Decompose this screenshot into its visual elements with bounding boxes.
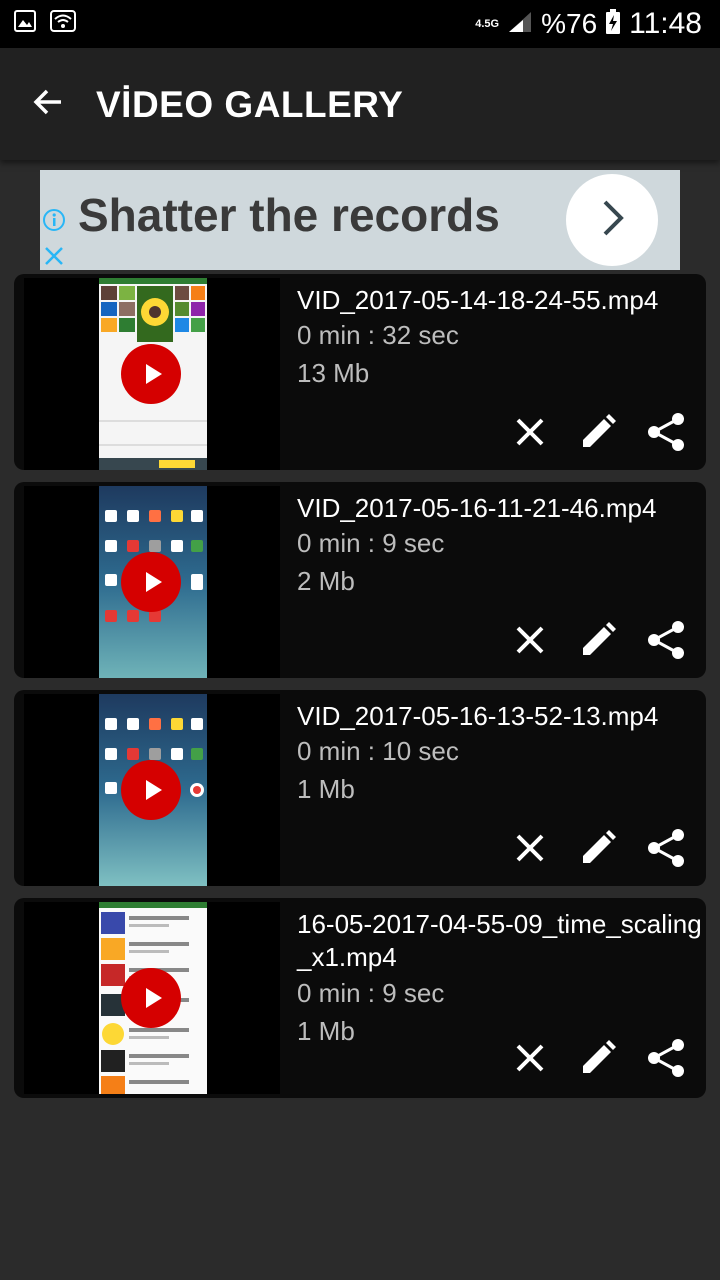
arrow-back-icon <box>31 85 65 124</box>
video-size: 2 Mb <box>297 566 355 596</box>
play-icon <box>145 364 162 384</box>
share-icon <box>646 1038 686 1083</box>
video-duration: 0 min : 9 sec <box>297 978 445 1008</box>
pencil-icon <box>579 621 617 664</box>
share-button[interactable] <box>644 412 688 456</box>
signal-icon <box>507 10 533 39</box>
close-icon <box>514 416 546 453</box>
network-type: 4.5G <box>475 17 500 30</box>
video-list-item[interactable]: VID_2017-05-16-13-52-13.mp4 0 min : 10 s… <box>14 690 706 886</box>
status-bar: 4.5G %76 11:48 <box>0 0 720 48</box>
chevron-right-icon <box>597 198 627 243</box>
delete-button[interactable] <box>508 1038 552 1082</box>
app-bar: VİDEO GALLERY <box>0 48 720 160</box>
play-icon <box>145 780 162 800</box>
video-duration: 0 min : 9 sec <box>297 528 445 558</box>
rename-button[interactable] <box>576 828 620 872</box>
video-list-item[interactable]: VID_2017-05-14-18-24-55.mp4 0 min : 32 s… <box>14 274 706 470</box>
delete-button[interactable] <box>508 412 552 456</box>
video-list-item[interactable]: 16-05-2017-04-55-09_time_scaling_x1.mp4 … <box>14 898 706 1098</box>
video-size: 1 Mb <box>297 1016 355 1046</box>
battery-level: %76 <box>541 8 598 39</box>
video-duration: 0 min : 10 sec <box>297 736 459 766</box>
video-thumbnail[interactable] <box>24 278 280 470</box>
ad-info-icon[interactable] <box>40 206 68 234</box>
video-list-item[interactable]: VID_2017-05-16-11-21-46.mp4 0 min : 9 se… <box>14 482 706 678</box>
play-icon <box>145 572 162 592</box>
video-name: 16-05-2017-04-55-09_time_scaling_x1.mp4 <box>297 909 702 972</box>
page-title: VİDEO GALLERY <box>96 84 404 125</box>
back-button[interactable] <box>22 78 74 130</box>
play-button[interactable] <box>121 760 181 820</box>
delete-button[interactable] <box>508 828 552 872</box>
battery-charging-icon <box>605 8 621 40</box>
share-icon <box>646 620 686 665</box>
video-name: VID_2017-05-14-18-24-55.mp4 <box>297 285 659 315</box>
video-thumbnail[interactable] <box>24 902 280 1094</box>
close-icon <box>514 1042 546 1079</box>
video-name: VID_2017-05-16-11-21-46.mp4 <box>297 493 657 523</box>
gallery-notification-icon <box>14 10 36 37</box>
share-icon <box>646 828 686 873</box>
share-button[interactable] <box>644 828 688 872</box>
share-icon <box>646 412 686 457</box>
close-icon <box>514 832 546 869</box>
ad-close-icon[interactable] <box>40 242 68 270</box>
video-size: 1 Mb <box>297 774 355 804</box>
ad-banner[interactable]: Shatter the records <box>40 170 680 270</box>
share-button[interactable] <box>644 1038 688 1082</box>
close-icon <box>514 624 546 661</box>
rename-button[interactable] <box>576 620 620 664</box>
delete-button[interactable] <box>508 620 552 664</box>
share-button[interactable] <box>644 620 688 664</box>
rename-button[interactable] <box>576 1038 620 1082</box>
rename-button[interactable] <box>576 412 620 456</box>
pencil-icon <box>579 413 617 456</box>
ad-headline: Shatter the records <box>78 189 500 241</box>
pencil-icon <box>579 829 617 872</box>
wifi-icon <box>50 10 76 37</box>
play-icon <box>145 988 162 1008</box>
video-thumbnail[interactable] <box>24 694 280 886</box>
play-button[interactable] <box>121 968 181 1028</box>
video-duration: 0 min : 32 sec <box>297 320 459 350</box>
clock: 11:48 <box>629 7 702 40</box>
pencil-icon <box>579 1039 617 1082</box>
video-name: VID_2017-05-16-13-52-13.mp4 <box>297 701 659 731</box>
video-thumbnail[interactable] <box>24 486 280 678</box>
play-button[interactable] <box>121 552 181 612</box>
ad-open-button[interactable] <box>566 174 658 266</box>
play-button[interactable] <box>121 344 181 404</box>
video-size: 13 Mb <box>297 358 370 388</box>
